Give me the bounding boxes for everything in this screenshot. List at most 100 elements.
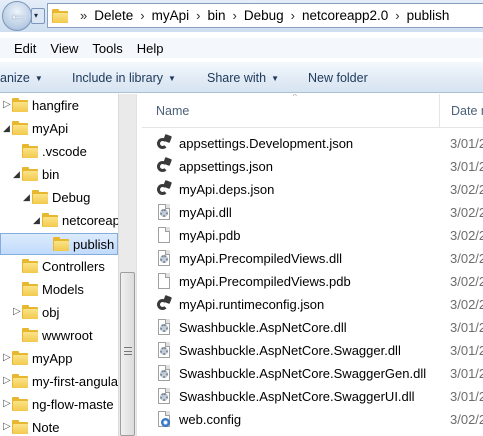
new-folder-button[interactable]: New folder bbox=[308, 71, 368, 85]
menu-edit[interactable]: Edit bbox=[0, 41, 43, 56]
folder-icon bbox=[22, 305, 38, 319]
organize-button[interactable]: anize ▼ bbox=[0, 71, 43, 85]
breadcrumb-item-myapi[interactable]: myApi bbox=[152, 8, 190, 23]
file-date-modified: 3/02/2 bbox=[450, 205, 483, 220]
file-row[interactable]: Swashbuckle.AspNetCore.dll 3/01/2 bbox=[156, 317, 483, 339]
menu-view[interactable]: View bbox=[43, 41, 85, 56]
column-divider[interactable] bbox=[439, 94, 440, 128]
nav-tree-item[interactable]: .vscode bbox=[0, 141, 118, 163]
collapsed-arrow-icon[interactable]: ▷ bbox=[3, 99, 11, 110]
collapsed-arrow-icon[interactable]: ▷ bbox=[3, 375, 11, 386]
collapsed-arrow-icon[interactable]: ▷ bbox=[13, 306, 21, 317]
file-row[interactable]: web.config 3/02/2 bbox=[156, 409, 483, 431]
menu-bar: Edit View Tools Help bbox=[0, 38, 483, 58]
file-date-modified: 3/01/2 bbox=[450, 136, 483, 151]
breadcrumb-separator[interactable]: › bbox=[189, 8, 207, 23]
expanded-arrow-icon[interactable]: ◢ bbox=[3, 123, 10, 134]
file-row[interactable]: appsettings.json 3/01/2 bbox=[156, 156, 483, 178]
nav-tree-item[interactable]: publish bbox=[0, 233, 118, 255]
breadcrumb[interactable]: » Delete › myApi › bin › Debug › netcore… bbox=[47, 3, 483, 28]
chevron-down-icon: ▾ bbox=[34, 11, 39, 20]
nav-item-label: ng-flow-maste bbox=[32, 397, 114, 412]
expanded-arrow-icon[interactable]: ◢ bbox=[13, 169, 20, 180]
breadcrumb-overflow[interactable]: » bbox=[73, 8, 94, 23]
file-row[interactable]: myApi.dll 3/02/2 bbox=[156, 202, 483, 224]
breadcrumb-item-debug[interactable]: Debug bbox=[244, 8, 284, 23]
menu-help[interactable]: Help bbox=[130, 41, 171, 56]
file-row[interactable]: myApi.PrecompiledViews.pdb 3/02/2 bbox=[156, 271, 483, 293]
nav-tree-item[interactable]: ◢ netcoreap bbox=[0, 210, 120, 232]
folder-icon bbox=[22, 282, 38, 296]
nav-tree-item[interactable]: ▷ ng-flow-maste bbox=[0, 394, 118, 416]
folder-icon bbox=[12, 420, 28, 434]
nav-tree-item[interactable]: ▷ my-first-angula bbox=[0, 371, 118, 393]
file-row[interactable]: myApi.deps.json 3/02/2 bbox=[156, 179, 483, 201]
recent-pages-dropdown[interactable]: ▾ bbox=[31, 8, 45, 24]
breadcrumb-separator[interactable]: › bbox=[133, 8, 151, 23]
file-date-modified: 3/01/2 bbox=[450, 159, 483, 174]
dll-file-icon bbox=[156, 204, 172, 221]
json-file-icon bbox=[156, 157, 172, 175]
nav-tree-item[interactable]: ▷ myApp bbox=[0, 348, 118, 370]
breadcrumb-item-delete[interactable]: Delete bbox=[94, 8, 133, 23]
scrollbar-thumb[interactable] bbox=[120, 272, 135, 436]
dll-file-icon bbox=[156, 319, 172, 336]
breadcrumb-item-bin[interactable]: bin bbox=[207, 8, 225, 23]
breadcrumb-separator[interactable]: › bbox=[388, 8, 406, 23]
file-row[interactable]: Swashbuckle.AspNetCore.Swagger.dll 3/01/2 bbox=[156, 340, 483, 362]
file-name: myApi.PrecompiledViews.dll bbox=[179, 251, 343, 266]
nav-scrollbar[interactable] bbox=[118, 94, 136, 436]
folder-icon bbox=[52, 8, 70, 23]
file-name: myApi.PrecompiledViews.pdb bbox=[179, 274, 351, 289]
file-date-modified: 3/01/2 bbox=[450, 343, 483, 358]
menu-tools[interactable]: Tools bbox=[85, 41, 129, 56]
collapsed-arrow-icon[interactable]: ▷ bbox=[3, 398, 11, 409]
breadcrumb-separator[interactable]: › bbox=[284, 8, 302, 23]
share-with-button[interactable]: Share with ▼ bbox=[207, 71, 279, 85]
nav-tree-item[interactable]: ◢ bin bbox=[0, 164, 118, 186]
nav-item-label: publish bbox=[73, 237, 115, 252]
nav-item-label: wwwroot bbox=[42, 328, 93, 343]
nav-tree-item[interactable]: ▷ hangfire bbox=[0, 95, 118, 117]
file-row[interactable]: Swashbuckle.AspNetCore.SwaggerGen.dll 3/0… bbox=[156, 363, 483, 385]
file-row[interactable]: myApi.PrecompiledViews.dll 3/02/2 bbox=[156, 248, 483, 270]
nav-tree-item[interactable]: ▷ obj bbox=[0, 302, 118, 324]
dll-file-icon bbox=[156, 342, 172, 359]
column-header-name[interactable]: Name bbox=[156, 104, 189, 118]
folder-icon bbox=[12, 397, 28, 411]
nav-item-label: my-first-angula bbox=[32, 374, 118, 389]
nav-item-label: Controllers bbox=[42, 259, 105, 274]
breadcrumb-item-publish[interactable]: publish bbox=[407, 8, 450, 23]
expanded-arrow-icon[interactable]: ◢ bbox=[33, 215, 40, 226]
blank-file-icon bbox=[156, 227, 172, 244]
grip-icon bbox=[124, 347, 132, 355]
nav-tree-item[interactable]: Controllers bbox=[0, 256, 118, 278]
back-button[interactable]: ← bbox=[2, 1, 32, 31]
file-date-modified: 3/02/2 bbox=[450, 297, 483, 312]
dll-file-icon bbox=[156, 250, 172, 267]
nav-item-label: Debug bbox=[52, 190, 91, 205]
nav-tree-item[interactable]: Models bbox=[0, 279, 118, 301]
include-in-library-button[interactable]: Include in library ▼ bbox=[72, 71, 176, 85]
file-row[interactable]: appsettings.Development.json 3/01/2 bbox=[156, 133, 483, 155]
nav-tree-item[interactable]: wwwroot bbox=[0, 325, 118, 347]
collapsed-arrow-icon[interactable]: ▷ bbox=[3, 352, 11, 363]
file-name: myApi.dll bbox=[179, 205, 232, 220]
collapsed-arrow-icon[interactable]: ▷ bbox=[3, 421, 11, 432]
breadcrumb-item-netcoreapp[interactable]: netcoreapp2.0 bbox=[302, 8, 388, 23]
folder-icon bbox=[12, 351, 28, 365]
nav-tree-item[interactable]: ▷ Note bbox=[0, 417, 118, 436]
nav-item-label: Models bbox=[42, 282, 84, 297]
file-row[interactable]: myApi.runtimeconfig.json 3/02/2 bbox=[156, 294, 483, 316]
breadcrumb-separator[interactable]: › bbox=[225, 8, 243, 23]
folder-icon bbox=[22, 259, 38, 273]
file-row[interactable]: myApi.pdb 3/02/2 bbox=[156, 225, 483, 247]
expanded-arrow-icon[interactable]: ◢ bbox=[23, 192, 30, 203]
file-row[interactable]: Swashbuckle.AspNetCore.SwaggerUI.dll 3/01… bbox=[156, 386, 483, 408]
file-name: web.config bbox=[179, 412, 242, 427]
nav-tree-item[interactable]: ◢ Debug bbox=[0, 187, 118, 209]
file-name: myApi.deps.json bbox=[179, 182, 275, 197]
folder-icon bbox=[32, 190, 48, 204]
column-header-date-modified[interactable]: Date m bbox=[451, 104, 483, 118]
nav-tree-item[interactable]: ◢ myApi bbox=[0, 118, 118, 140]
